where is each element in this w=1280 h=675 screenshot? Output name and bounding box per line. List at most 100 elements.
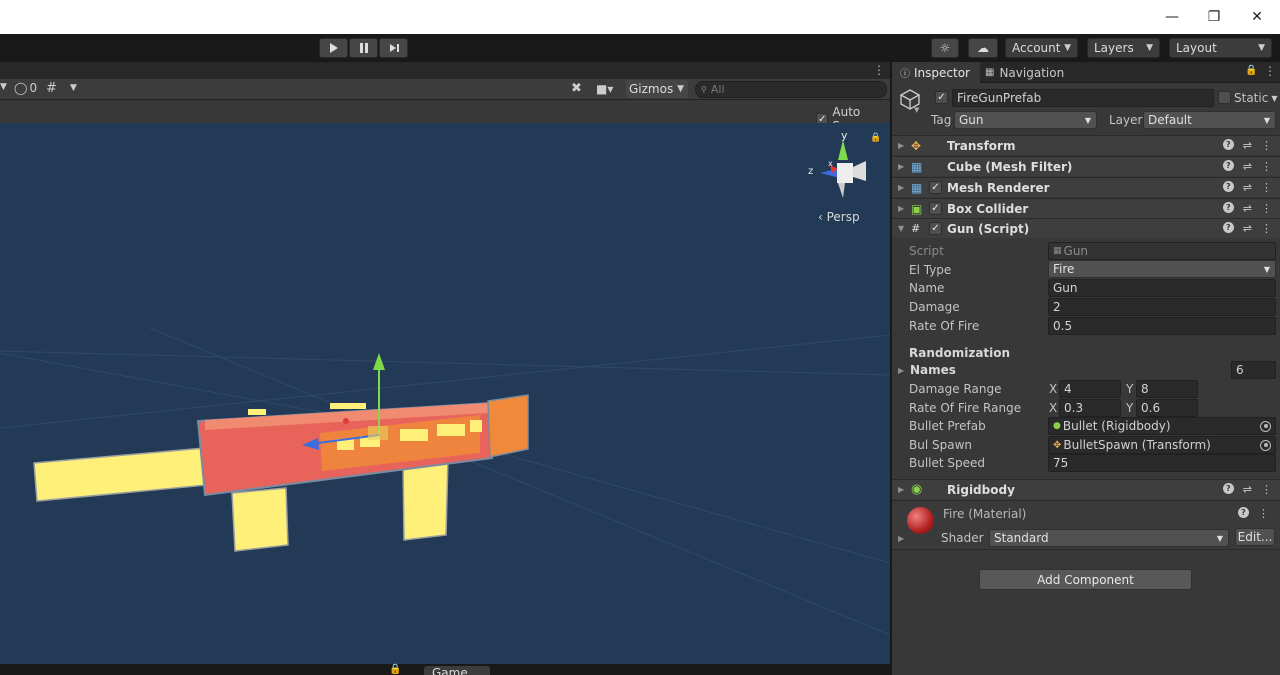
component-gun-script[interactable]: ▼ # ✓ Gun (Script) ? ⇌ ⋮	[892, 218, 1280, 238]
preset-icon[interactable]: ⇌	[1243, 181, 1252, 194]
rate-range-y-field[interactable]: 0.6	[1136, 399, 1198, 417]
static-checkbox[interactable]	[1218, 91, 1231, 104]
static-dropdown[interactable]: Static ▼	[1234, 91, 1277, 105]
layout-dropdown[interactable]: Layout ▼	[1169, 38, 1272, 58]
help-icon[interactable]: ?	[1238, 507, 1249, 518]
edit-shader-button[interactable]: Edit...	[1235, 528, 1275, 546]
more-menu-icon[interactable]: ⋮	[1258, 507, 1269, 520]
more-menu-icon[interactable]: ⋮	[1261, 181, 1272, 194]
shader-value: Standard	[994, 531, 1049, 545]
chevron-right-icon[interactable]: ▶	[898, 534, 904, 543]
name-field[interactable]: Gun	[1048, 279, 1276, 297]
help-icon[interactable]: ?	[1222, 483, 1234, 494]
camera-icon[interactable]: ■▾	[596, 82, 613, 96]
help-icon[interactable]: ?	[1222, 181, 1234, 192]
object-name-value: FireGunPrefab	[957, 91, 1042, 105]
layers-dropdown[interactable]: Layers ▼	[1087, 38, 1160, 58]
el-type-dropdown[interactable]: Fire ▼	[1048, 260, 1276, 278]
visibility-toggle[interactable]: ◯ 0	[14, 81, 37, 95]
play-button[interactable]	[319, 38, 348, 58]
restore-icon[interactable]: ❐	[1194, 0, 1234, 34]
help-icon[interactable]: ?	[1222, 222, 1234, 233]
preset-icon[interactable]: ⇌	[1243, 483, 1252, 496]
chevron-down-icon: ▼	[1064, 43, 1071, 53]
help-icon[interactable]: ?	[1222, 160, 1234, 171]
axis-z-label: z	[808, 166, 814, 177]
rate-range-label: Rate Of Fire Range	[909, 401, 1022, 415]
lock-icon[interactable]: 🔒	[870, 133, 881, 143]
component-rigidbody[interactable]: ▶ ◉ Rigidbody ? ⇌ ⋮	[892, 479, 1280, 499]
enabled-checkbox[interactable]: ✓	[929, 181, 942, 194]
component-box-collider[interactable]: ▶ ▣ ✓ Box Collider ? ⇌ ⋮	[892, 198, 1280, 218]
tab-game[interactable]: Game	[424, 666, 490, 675]
chevron-down-icon[interactable]: ▼	[70, 83, 77, 93]
pause-button[interactable]	[349, 38, 378, 58]
help-icon[interactable]: ?	[1222, 139, 1234, 150]
preset-icon[interactable]: ⇌	[1243, 222, 1252, 235]
damage-range-y: 8	[1141, 382, 1149, 396]
more-menu-icon[interactable]: ⋮	[1261, 483, 1272, 496]
persp-toggle[interactable]: ‹ Persp	[818, 210, 860, 224]
services-button[interactable]: ☼	[931, 38, 959, 58]
tab-inspector[interactable]: ⓘ Inspector	[892, 62, 980, 83]
gizmos-dropdown[interactable]: Gizmos ▼	[626, 80, 688, 98]
names-count-field[interactable]: 6	[1231, 361, 1276, 379]
lock-icon[interactable]: 🔒	[389, 664, 401, 675]
chevron-down-icon: ▼	[1216, 533, 1223, 543]
scene-canvas[interactable]	[0, 123, 890, 664]
bullet-speed-field[interactable]: 75	[1048, 454, 1276, 472]
material-preview-sphere	[907, 507, 934, 534]
component-name: Gun (Script)	[947, 221, 1030, 236]
bullet-prefab-field[interactable]: ● Bullet (Rigidbody)	[1048, 417, 1276, 435]
more-menu-icon[interactable]: ⋮	[1261, 139, 1272, 152]
active-checkbox[interactable]: ✓	[935, 91, 948, 104]
scene-viewport[interactable]: y z x 🔒 ‹ Persp	[0, 123, 890, 664]
rate-range-x-field[interactable]: 0.3	[1059, 399, 1121, 417]
cloud-button[interactable]: ☁	[968, 38, 998, 58]
step-button[interactable]	[379, 38, 408, 58]
damage-field[interactable]: 2	[1048, 298, 1276, 316]
more-menu-icon[interactable]: ⋮	[873, 63, 885, 77]
more-menu-icon[interactable]: ⋮	[1261, 202, 1272, 215]
add-component-button[interactable]: Add Component	[979, 569, 1192, 590]
bullet-prefab-label: Bullet Prefab	[909, 419, 986, 433]
scene-search[interactable]: ⚲ All	[695, 81, 887, 98]
gun-rear-block	[487, 394, 529, 458]
more-menu-icon[interactable]: ⋮	[1261, 222, 1272, 235]
preset-icon[interactable]: ⇌	[1243, 139, 1252, 152]
preset-icon[interactable]: ⇌	[1243, 202, 1252, 215]
enabled-checkbox[interactable]: ✓	[929, 222, 942, 235]
chevron-right-icon[interactable]: ▶	[898, 366, 904, 375]
tab-navigation[interactable]: ▦ Navigation	[985, 62, 1085, 83]
rate-of-fire-field[interactable]: 0.5	[1048, 317, 1276, 335]
object-picker-icon[interactable]	[1260, 439, 1271, 451]
names-label[interactable]: Names	[910, 363, 956, 377]
tag-dropdown[interactable]: Gun ▼	[954, 111, 1097, 129]
account-dropdown[interactable]: Account ▼	[1005, 38, 1078, 58]
shader-dropdown[interactable]: Standard ▼	[989, 529, 1229, 547]
component-mesh-renderer[interactable]: ▶ ▦ ✓ Mesh Renderer ? ⇌ ⋮	[892, 177, 1280, 197]
lock-icon[interactable]: 🔒	[1245, 65, 1257, 76]
component-mesh-filter[interactable]: ▶ ▦ Cube (Mesh Filter) ? ⇌ ⋮	[892, 156, 1280, 176]
damage-range-y-field[interactable]: 8	[1136, 380, 1198, 398]
component-transform[interactable]: ▶ ✥ Transform ? ⇌ ⋮	[892, 135, 1280, 155]
chevron-down-icon[interactable]: ▼	[914, 106, 919, 114]
tools-icon[interactable]: ✖	[571, 81, 582, 96]
chevron-right-icon: ▶	[898, 485, 905, 494]
bul-spawn-field[interactable]: ✥ BulletSpawn (Transform)	[1048, 436, 1276, 454]
object-picker-icon[interactable]	[1260, 420, 1271, 432]
enabled-checkbox[interactable]: ✓	[929, 202, 942, 215]
chevron-down-icon[interactable]: ▼	[0, 82, 7, 92]
help-icon[interactable]: ?	[1222, 202, 1234, 213]
more-menu-icon[interactable]: ⋮	[1261, 160, 1272, 173]
object-name-field[interactable]: FireGunPrefab	[952, 89, 1214, 107]
preset-icon[interactable]: ⇌	[1243, 160, 1252, 173]
step-icon	[389, 44, 399, 52]
more-menu-icon[interactable]: ⋮	[1264, 64, 1276, 78]
close-icon[interactable]: ✕	[1237, 0, 1277, 34]
damage-value: 2	[1053, 300, 1061, 314]
grid-icon[interactable]: #	[46, 81, 57, 96]
layer-dropdown[interactable]: Default ▼	[1143, 111, 1276, 129]
minimize-icon[interactable]: —	[1152, 0, 1192, 34]
damage-range-x-field[interactable]: 4	[1059, 380, 1121, 398]
